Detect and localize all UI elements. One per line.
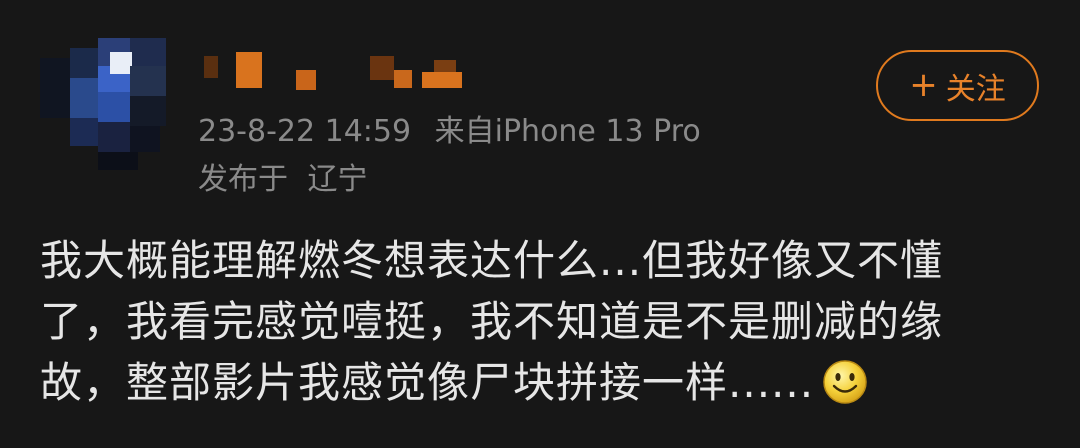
timestamp: 23-8-22 14:59 [198,114,412,149]
content-line: 了，我看完感觉噎挺，我不知道是不是删减的缘 [40,297,944,346]
content-line-last: 故，整部影片我感觉像尸块拼接一样...... [40,352,1020,413]
post-content: 我大概能理解燃冬想表达什么...但我好像又不懂 了，我看完感觉噎挺，我不知道是不… [40,230,1020,413]
content-line: 我大概能理解燃冬想表达什么...但我好像又不懂 [40,236,944,285]
device-name: iPhone 13 Pro [494,114,701,149]
location-prefix: 发布于 [198,162,288,197]
post-location: 发布于 辽宁 [198,160,368,200]
username-redacted[interactable] [200,50,470,98]
plus-icon: + [909,64,938,105]
location-value: 辽宁 [307,162,368,197]
content-line-text: 故，整部影片我感觉像尸块拼接一样...... [40,358,815,407]
follow-button[interactable]: + 关注 [876,50,1039,121]
avatar[interactable] [40,38,166,170]
post-meta: 23-8-22 14:59 来自iPhone 13 Pro [198,112,701,152]
follow-label: 关注 [945,71,1006,107]
source-prefix: 来自 [434,114,495,149]
smiley-face-icon [823,359,867,404]
